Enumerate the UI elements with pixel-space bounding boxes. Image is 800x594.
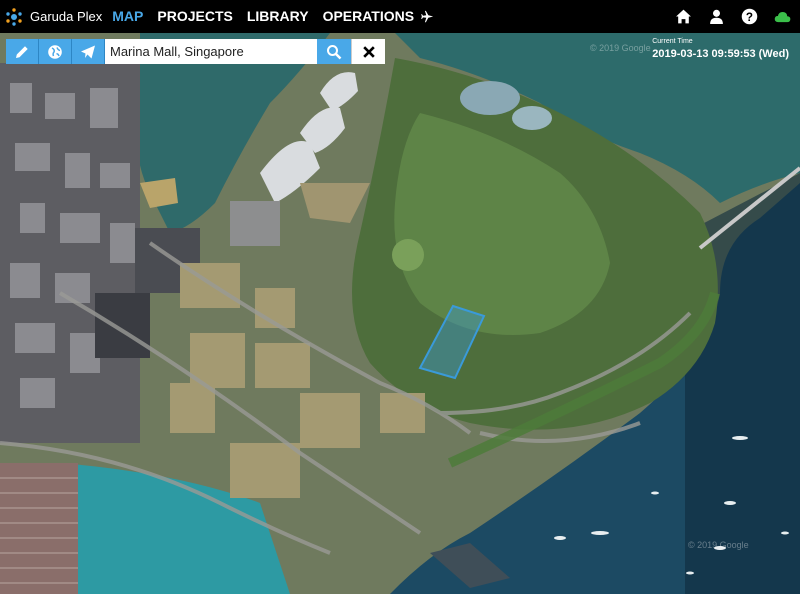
current-time-label: Current Time [652, 38, 693, 45]
tab-operations-label: OPERATIONS [322, 8, 415, 24]
clear-search-button[interactable] [351, 39, 385, 64]
search-button[interactable] [317, 39, 351, 64]
user-icon[interactable] [706, 7, 726, 27]
map-watermark-top: © 2019 Google [590, 43, 651, 53]
brand[interactable]: Garuda Plex [4, 0, 112, 33]
help-icon[interactable]: ? [739, 7, 759, 27]
nav-right-icons: ? [673, 7, 792, 27]
satellite-imagery [0, 33, 800, 594]
svg-text:?: ? [745, 11, 752, 24]
pencil-icon [16, 45, 28, 58]
satellite-map[interactable] [0, 33, 800, 594]
globe-button[interactable] [39, 39, 72, 64]
home-icon[interactable] [673, 7, 693, 27]
draw-button[interactable] [6, 39, 39, 64]
tab-operations[interactable]: OPERATIONS [323, 0, 435, 33]
current-time-value: 2019-03-13 09:59:53 (Wed) [652, 48, 789, 60]
tab-library[interactable]: LIBRARY [247, 0, 309, 33]
send-button[interactable] [72, 39, 105, 64]
brand-logo-icon [6, 7, 22, 26]
map-watermark-bottom: © 2019 Google [688, 540, 749, 550]
tab-map[interactable]: MAP [112, 0, 143, 33]
brand-name: Garuda Plex [30, 9, 103, 24]
globe-icon [48, 44, 62, 59]
cloud-icon[interactable] [772, 7, 792, 27]
tab-projects[interactable]: PROJECTS [157, 0, 232, 33]
current-time-display: Current Time 2019-03-13 09:59:53 (Wed) [652, 38, 789, 60]
top-navbar: Garuda Plex MAP PROJECTS LIBRARY OPERATI… [0, 0, 800, 33]
location-search-input[interactable] [105, 39, 317, 64]
paper-plane-icon [81, 45, 95, 58]
search-icon [327, 44, 342, 59]
airplane-icon [421, 10, 434, 23]
map-toolbar [6, 39, 385, 64]
close-icon [362, 45, 375, 58]
